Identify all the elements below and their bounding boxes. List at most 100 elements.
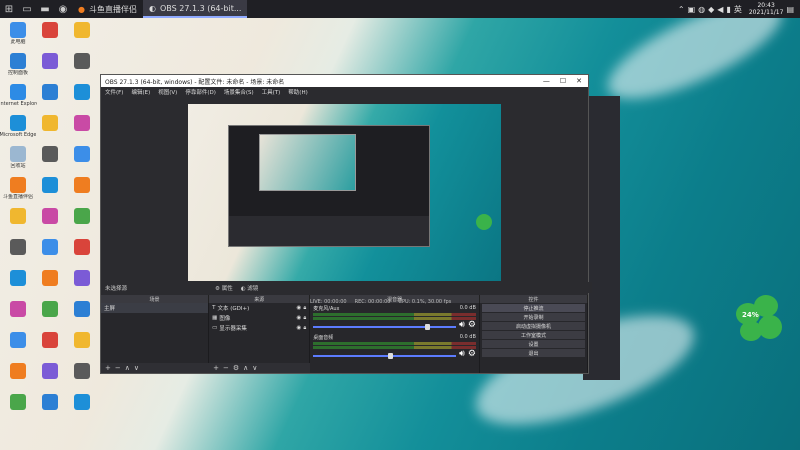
start-button[interactable]: ⊞ bbox=[0, 0, 18, 18]
desktop-icon[interactable] bbox=[33, 115, 67, 131]
ime-icon[interactable]: 英 bbox=[734, 4, 742, 15]
down-icon[interactable]: ∨ bbox=[252, 364, 257, 372]
down-icon[interactable]: ∨ bbox=[134, 364, 139, 372]
desktop-icon[interactable] bbox=[1, 208, 35, 224]
source-item[interactable]: T 文本 (GDI+) ◉ 🔒︎ bbox=[209, 303, 309, 313]
remove-icon[interactable]: − bbox=[223, 364, 229, 372]
obs-window[interactable]: OBS 27.1.3 (64-bit, windows) - 配置文件: 未命名… bbox=[100, 74, 592, 374]
menu-view[interactable]: 视图(V) bbox=[158, 88, 177, 96]
app-tray-icon[interactable]: ◆ bbox=[708, 5, 714, 14]
desktop-icon[interactable] bbox=[33, 363, 67, 379]
desktop-icon[interactable] bbox=[65, 394, 99, 410]
stop-streaming-button[interactable]: 停止推流 bbox=[481, 304, 585, 312]
properties-button[interactable]: ⚙ 属性 bbox=[215, 284, 233, 292]
menu-edit[interactable]: 编辑(E) bbox=[131, 88, 150, 96]
obs-titlebar[interactable]: OBS 27.1.3 (64-bit, windows) - 配置文件: 未命名… bbox=[101, 75, 588, 87]
menu-docks[interactable]: 停靠部件(D) bbox=[185, 88, 216, 96]
menu-file[interactable]: 文件(F) bbox=[105, 88, 123, 96]
folder-icon[interactable]: ▬ bbox=[36, 0, 54, 18]
file-explorer-icon[interactable]: ▭ bbox=[18, 0, 36, 18]
up-icon[interactable]: ∧ bbox=[125, 364, 130, 372]
desktop-icon[interactable]: 控制面板 bbox=[1, 53, 35, 76]
desktop-icon[interactable] bbox=[33, 301, 67, 317]
desktop-icon[interactable] bbox=[65, 177, 99, 193]
obs-preview[interactable] bbox=[188, 104, 501, 281]
slider-knob[interactable] bbox=[424, 323, 430, 330]
menu-scene-collection[interactable]: 场景集合(S) bbox=[224, 88, 254, 96]
start-recording-button[interactable]: 开始录制 bbox=[481, 313, 585, 321]
desktop-icon[interactable] bbox=[65, 208, 99, 224]
desktop-icon[interactable]: Internet Explorer bbox=[0, 84, 37, 107]
desktop-icon[interactable] bbox=[65, 146, 99, 162]
desktop-icon[interactable]: 斗鱼直播伴侣 bbox=[1, 177, 35, 200]
source-item[interactable]: ▦ 图像 ◉ 🔒︎ bbox=[209, 313, 309, 323]
minimize-button[interactable]: — bbox=[543, 77, 550, 85]
desktop-icon[interactable] bbox=[33, 22, 67, 38]
menu-help[interactable]: 帮助(H) bbox=[288, 88, 307, 96]
desktop-icon[interactable] bbox=[65, 301, 99, 317]
desktop-icon[interactable]: Microsoft Edge bbox=[0, 115, 36, 138]
desktop-icon[interactable] bbox=[33, 146, 67, 162]
desktop-icon[interactable]: 回收站 bbox=[1, 146, 35, 169]
menu-tools[interactable]: 工具(T) bbox=[262, 88, 281, 96]
desktop-icon[interactable] bbox=[33, 270, 67, 286]
desktop-icon[interactable] bbox=[65, 363, 99, 379]
studio-mode-button[interactable]: 工作室模式 bbox=[481, 331, 585, 339]
source-item[interactable]: ▭ 显示器采集 ◉ 🔒︎ bbox=[209, 323, 309, 333]
chevron-up-icon[interactable]: ⌃ bbox=[678, 5, 685, 14]
desktop-icon[interactable] bbox=[65, 332, 99, 348]
taskbar-task-douyu[interactable]: ● 斗鱼直播伴侣 bbox=[72, 0, 143, 18]
volume-icon[interactable]: ◀ bbox=[717, 5, 723, 14]
gear-icon[interactable]: ⚙ bbox=[233, 364, 239, 372]
desktop-icon[interactable] bbox=[65, 22, 99, 38]
lock-icon[interactable]: 🔒︎ bbox=[303, 305, 306, 312]
remove-icon[interactable]: − bbox=[115, 364, 121, 372]
add-icon[interactable]: + bbox=[105, 364, 111, 372]
desktop-icon[interactable] bbox=[33, 177, 67, 193]
volume-slider[interactable] bbox=[313, 323, 457, 330]
scene-item[interactable]: 主屏 bbox=[101, 303, 209, 313]
desktop-icon[interactable] bbox=[1, 394, 35, 410]
desktop-icon[interactable] bbox=[33, 53, 67, 69]
network-icon[interactable]: ▣ bbox=[688, 5, 696, 14]
desktop-icon[interactable] bbox=[65, 84, 99, 100]
desktop-icon[interactable] bbox=[65, 53, 99, 69]
lock-icon[interactable]: 🔒︎ bbox=[303, 315, 306, 322]
desktop-icon[interactable] bbox=[65, 115, 99, 131]
desktop-icon[interactable] bbox=[33, 332, 67, 348]
clover-widget[interactable]: 24% bbox=[732, 295, 787, 350]
desktop-icon[interactable] bbox=[1, 270, 35, 286]
add-icon[interactable]: + bbox=[213, 364, 219, 372]
desktop-icon[interactable] bbox=[33, 394, 67, 410]
security-icon[interactable]: ◍ bbox=[698, 5, 705, 14]
notification-icon[interactable]: ▤ bbox=[786, 5, 794, 14]
slider-knob[interactable] bbox=[387, 352, 393, 359]
gear-icon[interactable]: ⚙ bbox=[468, 349, 476, 359]
close-button[interactable]: ✕ bbox=[576, 77, 582, 85]
exit-button[interactable]: 退出 bbox=[481, 349, 585, 357]
lock-icon[interactable]: 🔒︎ bbox=[303, 325, 306, 332]
desktop-icon[interactable] bbox=[1, 332, 35, 348]
settings-button[interactable]: 设置 bbox=[481, 340, 585, 348]
visibility-icon[interactable]: ◉ bbox=[297, 325, 302, 331]
desktop-icon[interactable] bbox=[65, 270, 99, 286]
speaker-icon[interactable]: 🔊︎ bbox=[459, 349, 465, 359]
gear-icon[interactable]: ⚙ bbox=[468, 320, 476, 330]
desktop-icon[interactable] bbox=[1, 239, 35, 255]
desktop-icon[interactable] bbox=[65, 239, 99, 255]
start-virtual-camera-button[interactable]: 启动虚拟摄像机 bbox=[481, 322, 585, 330]
volume-slider[interactable] bbox=[313, 352, 457, 359]
desktop-icon[interactable]: 此电脑 bbox=[1, 22, 35, 45]
desktop-icon[interactable] bbox=[33, 239, 67, 255]
desktop-icon[interactable] bbox=[33, 208, 67, 224]
up-icon[interactable]: ∧ bbox=[243, 364, 248, 372]
battery-icon[interactable]: ▮ bbox=[726, 5, 730, 14]
taskbar-clock[interactable]: 20:43 2021/11/17 bbox=[749, 2, 784, 16]
desktop-icon[interactable] bbox=[1, 301, 35, 317]
visibility-icon[interactable]: ◉ bbox=[297, 305, 302, 311]
speaker-icon[interactable]: 🔊︎ bbox=[459, 320, 465, 330]
taskbar-task-obs[interactable]: ◐ OBS 27.1.3 (64-bit... bbox=[142, 0, 248, 18]
desktop-icon[interactable] bbox=[33, 84, 67, 100]
filters-button[interactable]: ◐ 滤镜 bbox=[241, 284, 259, 292]
chrome-icon[interactable]: ◉ bbox=[54, 0, 72, 18]
